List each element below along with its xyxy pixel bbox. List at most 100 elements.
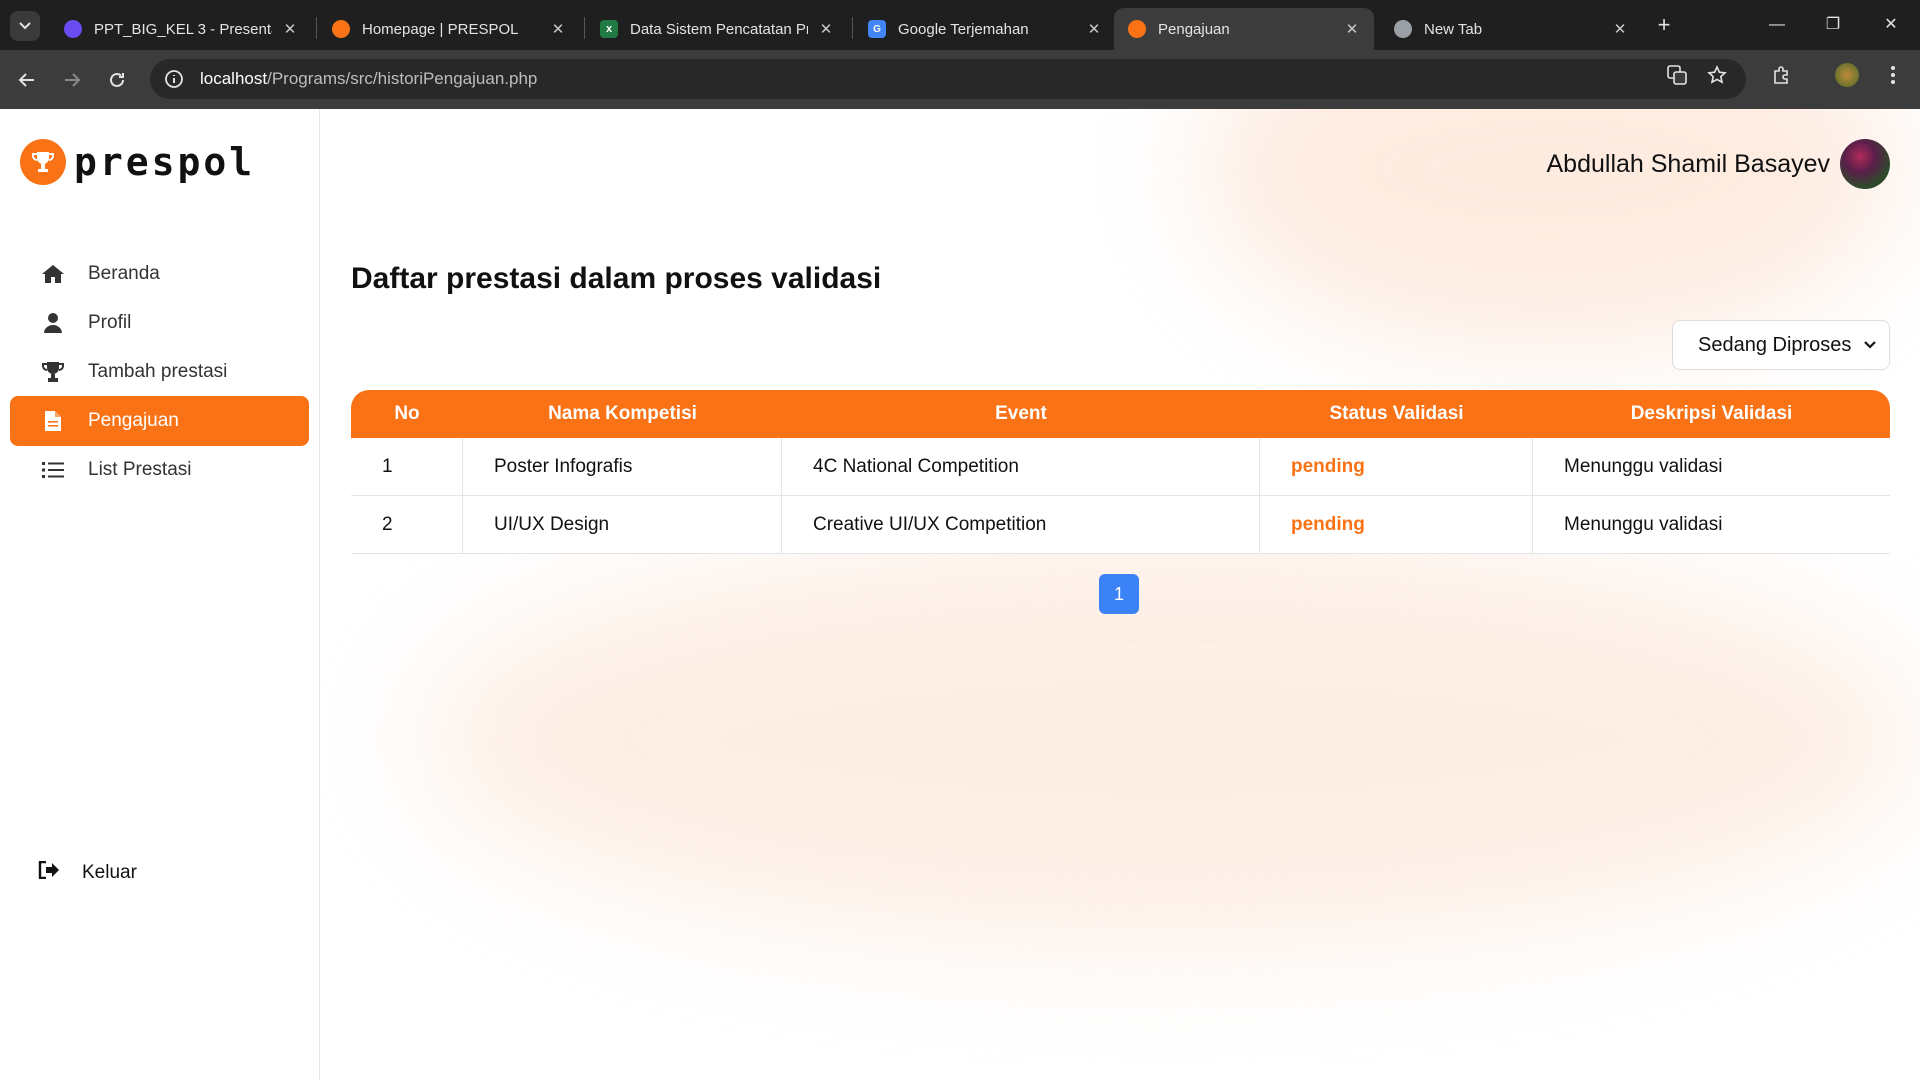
browser-tab[interactable]: G Google Terjemahan ✕ <box>854 8 1116 50</box>
sign-out-icon <box>38 860 62 885</box>
url-path: /Programs/src/historiPengajuan.php <box>267 69 538 88</box>
chevron-down-icon <box>1864 341 1876 349</box>
web-page: prespol Beranda Profil Tambah prestasi P… <box>0 109 1920 1080</box>
cell-nama-kompetisi: Poster Infografis <box>463 438 782 495</box>
translate-button[interactable] <box>1662 60 1692 90</box>
cell-event: 4C National Competition <box>782 438 1260 495</box>
forward-button[interactable] <box>57 65 87 95</box>
main-content: Abdullah Shamil Basayev Daftar prestasi … <box>320 109 1920 1080</box>
page-title: Daftar prestasi dalam proses validasi <box>351 262 882 295</box>
close-icon[interactable]: ✕ <box>1610 20 1630 38</box>
cell-event: Creative UI/UX Competition <box>782 496 1260 553</box>
sidebar-item-beranda[interactable]: Beranda <box>10 249 309 299</box>
sidebar: prespol Beranda Profil Tambah prestasi P… <box>0 109 320 1080</box>
url-host: localhost <box>200 69 268 88</box>
close-icon[interactable]: ✕ <box>280 20 300 38</box>
user-profile[interactable]: Abdullah Shamil Basayev <box>1547 139 1890 189</box>
profile-avatar-icon <box>1835 63 1859 87</box>
url-text: localhost/Programs/src/historiPengajuan.… <box>200 69 537 89</box>
reload-icon <box>110 72 124 87</box>
column-header-no: No <box>394 403 420 424</box>
sidebar-item-pengajuan[interactable]: Pengajuan <box>10 396 309 446</box>
status-filter-value: Sedang Diproses <box>1698 333 1852 356</box>
cell-status-validasi: pending <box>1260 438 1533 495</box>
browser-tab[interactable]: x Data Sistem Pencatatan Pr ✕ <box>586 8 848 50</box>
tab-divider <box>584 17 585 39</box>
column-header-status-validasi: Status Validasi <box>1329 403 1464 424</box>
prespol-icon <box>1128 20 1146 38</box>
sidebar-item-label: Beranda <box>88 263 160 284</box>
tab-search-button[interactable] <box>10 11 40 41</box>
tab-title: Homepage | PRESPOL <box>362 20 519 38</box>
cell-nama-kompetisi: UI/UX Design <box>463 496 782 553</box>
status-filter-select[interactable]: Sedang Diproses <box>1672 320 1890 370</box>
canva-icon <box>64 20 82 38</box>
home-icon <box>40 263 66 285</box>
sidebar-item-profil[interactable]: Profil <box>10 298 309 348</box>
translate-icon <box>1667 65 1687 85</box>
sidebar-item-label: Pengajuan <box>88 410 179 431</box>
minimize-button[interactable]: — <box>1762 10 1792 40</box>
chrome-icon <box>1394 20 1412 38</box>
cell-deskripsi-validasi: Menunggu validasi <box>1564 455 1723 477</box>
extensions-button[interactable] <box>1766 60 1796 90</box>
logo-text: prespol <box>74 140 256 184</box>
sidebar-item-label: Tambah prestasi <box>88 361 228 382</box>
profile-button[interactable] <box>1832 60 1862 90</box>
sidebar-item-label: List Prestasi <box>88 459 192 480</box>
browser-tab[interactable]: Homepage | PRESPOL ✕ <box>318 8 580 50</box>
pagination-page-1[interactable]: 1 <box>1099 574 1139 614</box>
trophy-icon <box>40 361 66 383</box>
table-row: 1 Poster Infografis 4C National Competit… <box>351 438 1890 496</box>
tab-title: Data Sistem Pencatatan Pr <box>630 20 808 38</box>
bookmark-button[interactable] <box>1702 60 1732 90</box>
close-icon[interactable]: ✕ <box>548 20 568 38</box>
trophy-logo-icon <box>20 139 66 185</box>
table-row: 2 UI/UX Design Creative UI/UX Competitio… <box>351 496 1890 554</box>
close-icon[interactable]: ✕ <box>1342 20 1362 38</box>
browser-tab-active[interactable]: Pengajuan ✕ <box>1114 8 1374 50</box>
new-tab-button[interactable]: + <box>1651 12 1677 38</box>
logout-button[interactable]: Keluar <box>38 860 137 885</box>
document-icon <box>40 410 66 432</box>
avatar[interactable] <box>1840 139 1890 189</box>
tab-title: Pengajuan <box>1158 20 1230 38</box>
close-icon[interactable]: ✕ <box>816 20 836 38</box>
user-icon <box>40 312 66 334</box>
restore-button[interactable]: ❐ <box>1818 10 1848 40</box>
cell-no: 2 <box>351 496 463 553</box>
browser-tab-strip: PPT_BIG_KEL 3 - Presentasi ✕ Homepage | … <box>0 0 1920 50</box>
back-button[interactable] <box>12 65 42 95</box>
app-logo[interactable]: prespol <box>20 139 255 185</box>
cell-no: 1 <box>351 438 463 495</box>
site-info-icon[interactable] <box>164 69 184 89</box>
browser-tab[interactable]: PPT_BIG_KEL 3 - Presentasi ✕ <box>50 8 312 50</box>
tab-title: PPT_BIG_KEL 3 - Presentasi <box>94 20 272 38</box>
close-window-button[interactable]: ✕ <box>1876 10 1906 40</box>
browser-menu-button[interactable] <box>1878 60 1908 90</box>
table-header: No Nama Kompetisi Event Status Validasi … <box>351 390 1890 438</box>
close-icon[interactable]: ✕ <box>1084 20 1104 38</box>
tab-title: Google Terjemahan <box>898 20 1029 38</box>
puzzle-icon <box>1774 66 1788 84</box>
list-icon <box>40 459 66 481</box>
chevron-down-icon <box>19 22 31 30</box>
prespol-icon <box>332 20 350 38</box>
browser-tab[interactable]: New Tab ✕ <box>1380 8 1642 50</box>
submissions-table: No Nama Kompetisi Event Status Validasi … <box>351 390 1890 554</box>
tab-divider <box>852 17 853 39</box>
sidebar-item-list-prestasi[interactable]: List Prestasi <box>10 445 309 495</box>
google-translate-icon: G <box>868 20 886 38</box>
arrow-left-icon <box>18 73 34 87</box>
sidebar-item-tambah-prestasi[interactable]: Tambah prestasi <box>10 347 309 397</box>
star-icon <box>1707 65 1727 84</box>
column-header-event: Event <box>995 403 1047 424</box>
reload-button[interactable] <box>102 65 132 95</box>
more-vertical-icon <box>1891 66 1895 84</box>
tab-divider <box>316 17 317 39</box>
excel-icon: x <box>600 20 618 38</box>
tab-title: New Tab <box>1424 20 1483 38</box>
address-bar[interactable]: localhost/Programs/src/historiPengajuan.… <box>150 59 1746 99</box>
sidebar-item-label: Profil <box>88 312 132 333</box>
column-header-deskripsi-validasi: Deskripsi Validasi <box>1630 403 1793 424</box>
